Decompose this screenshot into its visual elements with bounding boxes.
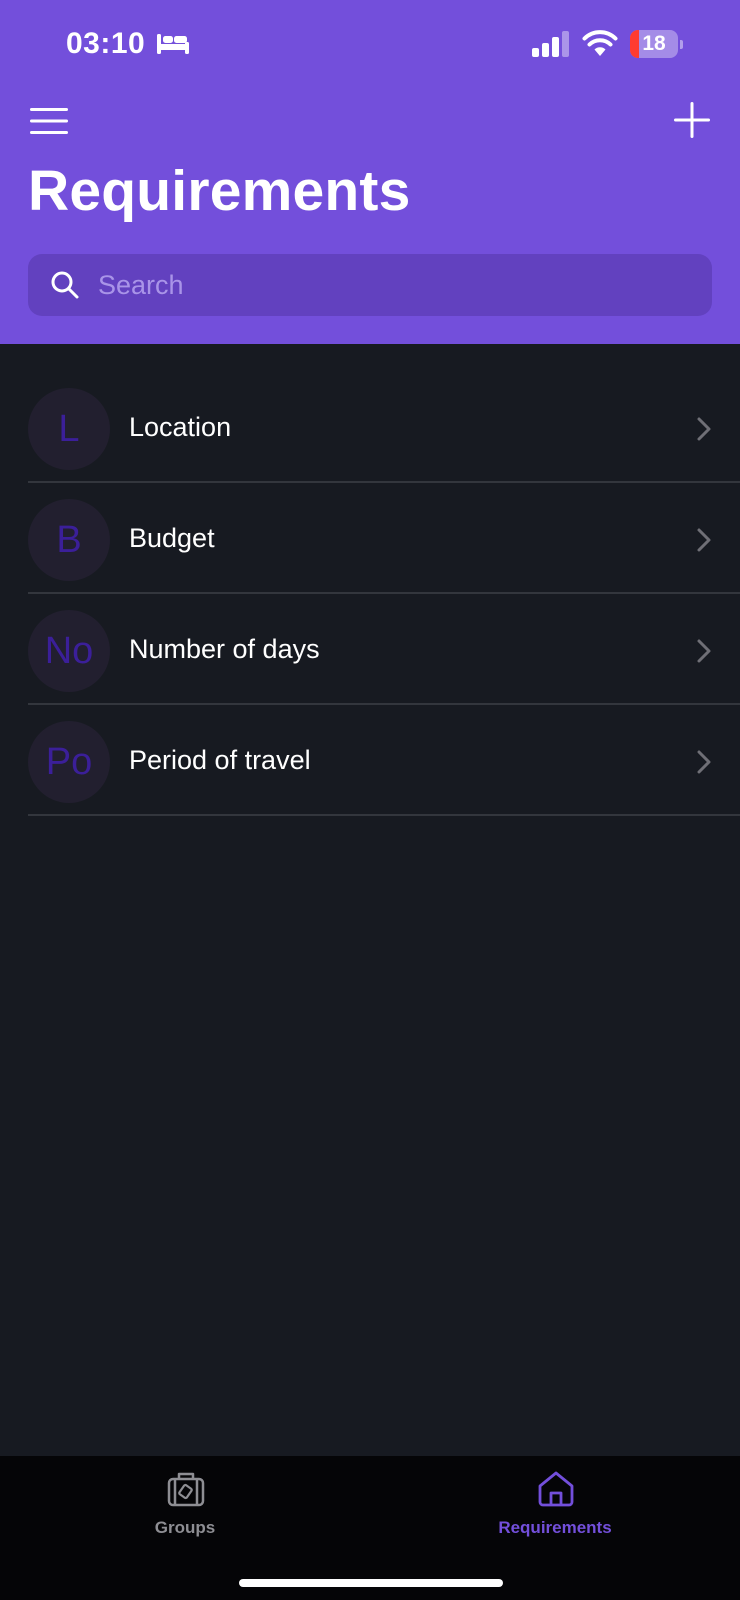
chevron-right-icon bbox=[697, 750, 711, 774]
battery-tip bbox=[680, 40, 683, 49]
divider bbox=[28, 814, 740, 816]
list-item-label: Number of days bbox=[129, 634, 320, 664]
tab-groups[interactable]: Groups bbox=[0, 1456, 370, 1556]
bed-icon bbox=[157, 34, 189, 54]
wifi-icon bbox=[582, 30, 618, 56]
list-item-number-of-days[interactable]: No Number of days bbox=[0, 604, 740, 715]
list-item-label: Budget bbox=[129, 523, 215, 553]
plus-icon[interactable] bbox=[672, 100, 712, 140]
suitcase-icon bbox=[167, 1472, 205, 1507]
list-item-location[interactable]: L Location bbox=[0, 382, 740, 493]
page-title: Requirements bbox=[28, 159, 411, 223]
avatar: No bbox=[28, 610, 110, 692]
cellular-signal-icon bbox=[532, 31, 569, 57]
list-item-period-of-travel[interactable]: Po Period of travel bbox=[0, 715, 740, 826]
list-item-label: Period of travel bbox=[129, 745, 311, 775]
status-bar: 03:10 18 bbox=[0, 0, 740, 90]
search-icon bbox=[51, 271, 79, 299]
battery-icon: 18 bbox=[630, 30, 683, 58]
avatar: B bbox=[28, 499, 110, 581]
chevron-right-icon bbox=[697, 639, 711, 663]
avatar: Po bbox=[28, 721, 110, 803]
hamburger-menu-icon[interactable] bbox=[30, 106, 68, 136]
home-icon bbox=[538, 1471, 574, 1507]
divider bbox=[28, 703, 740, 705]
status-time: 03:10 bbox=[66, 27, 146, 60]
search-input[interactable] bbox=[98, 254, 698, 316]
tab-label: Requirements bbox=[498, 1518, 612, 1537]
battery-body: 18 bbox=[630, 30, 678, 58]
list-item-label: Location bbox=[129, 412, 232, 442]
home-indicator bbox=[239, 1579, 503, 1587]
battery-level: 18 bbox=[642, 32, 666, 55]
search-bar[interactable] bbox=[28, 254, 712, 316]
chevron-right-icon bbox=[697, 528, 711, 552]
tab-label: Groups bbox=[154, 1518, 216, 1537]
requirements-list: L Location B Budget No Number of days Po… bbox=[0, 382, 740, 826]
list-item-budget[interactable]: B Budget bbox=[0, 493, 740, 604]
chevron-right-icon bbox=[697, 417, 711, 441]
tab-requirements[interactable]: Requirements bbox=[370, 1456, 740, 1556]
divider bbox=[28, 481, 740, 483]
header: 03:10 18 Requirements Search bbox=[0, 0, 740, 344]
divider bbox=[28, 592, 740, 594]
avatar: L bbox=[28, 388, 110, 470]
